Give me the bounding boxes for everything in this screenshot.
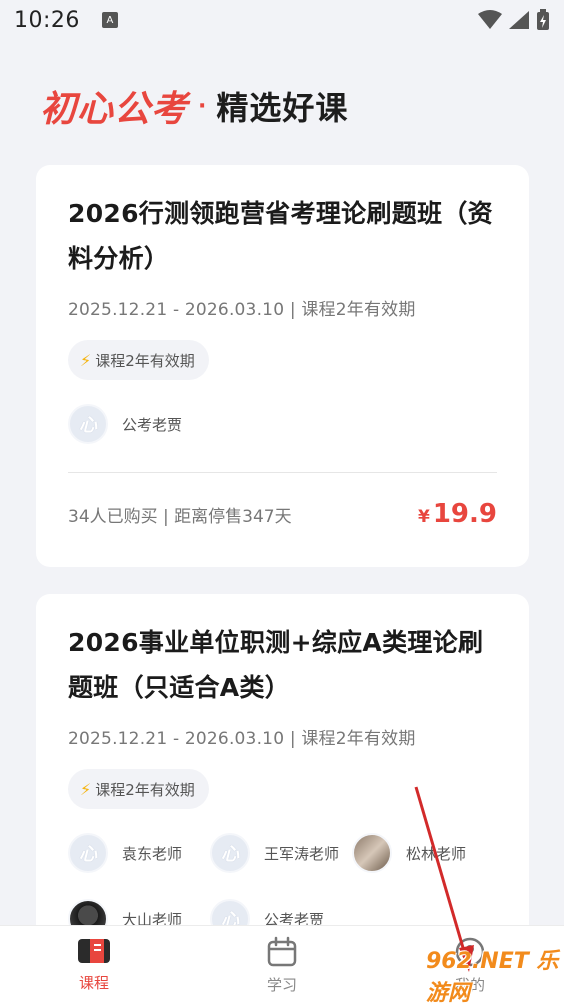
course-dates: 2025.12.21 - 2026.03.10 | 课程2年有效期 [68, 300, 416, 320]
validity-tag: ⚡ 课程2年有效期 [68, 769, 209, 809]
validity-tag: ⚡ 课程2年有效期 [68, 340, 209, 380]
avatar-logo-text: 心 [79, 415, 97, 436]
course-title: 2026行测领跑营省考理论刷题班（资料分析） [68, 199, 493, 273]
card-footer: 34人已购买 | 距离停售347天 ¥19.9 [68, 499, 497, 529]
tab-study[interactable]: 学习 [188, 926, 376, 1004]
teacher-avatar: 心 [68, 833, 108, 873]
wifi-icon [478, 10, 502, 29]
tab-course[interactable]: 课程 [0, 926, 188, 1004]
teacher-avatar: 心 [210, 833, 250, 873]
status-time: 10:26 [14, 7, 80, 33]
lightning-icon: ⚡ [80, 779, 92, 799]
signal-icon [509, 11, 529, 29]
teacher-name: 王军涛老师 [264, 844, 340, 863]
page-title: 精选好课 [216, 89, 349, 127]
teacher-name: 松林老师 [406, 844, 467, 863]
status-bar: 10:26 A [0, 0, 564, 40]
teacher-item: 松林老师 [352, 831, 494, 875]
teacher-name: 公考老贾 [122, 415, 183, 434]
teacher-name: 袁东老师 [122, 844, 183, 863]
avatar-logo-text: 心 [79, 844, 97, 865]
teacher-avatar: 心 [68, 404, 108, 444]
currency-symbol: ¥ [418, 507, 430, 527]
teacher-list: 心 公考老贾 [68, 402, 497, 468]
price-amount: 19.9 [432, 499, 497, 529]
notification-icon: A [101, 12, 118, 28]
teacher-item: 心 公考老贾 [68, 402, 210, 446]
avatar-logo-text: 心 [221, 844, 239, 865]
divider [68, 472, 497, 473]
sales-info: 34人已购买 | 距离停售347天 [68, 506, 292, 527]
calendar-icon [267, 936, 297, 967]
course-book-icon [78, 939, 110, 963]
battery-icon [537, 9, 549, 30]
teacher-item: 心 袁东老师 [68, 831, 210, 875]
tab-course-label: 课程 [78, 974, 109, 992]
watermark-logo: 962.NET 乐游网 [426, 949, 559, 1004]
brand-logo-text: 初心公考 [40, 89, 189, 130]
teacher-item: 心 王军涛老师 [210, 831, 352, 875]
teacher-avatar [352, 833, 392, 873]
tab-study-label: 学习 [266, 976, 297, 994]
lightning-icon: ⚡ [80, 350, 92, 370]
validity-tag-label: 课程2年有效期 [95, 351, 195, 370]
course-dates: 2025.12.21 - 2026.03.10 | 课程2年有效期 [68, 729, 416, 749]
course-title: 2026事业单位职测+综应A类理论刷题班（只适合A类） [68, 628, 484, 702]
page-header: 初心公考 · 精选好课 [40, 84, 349, 130]
header-separator: · [198, 93, 207, 119]
course-card[interactable]: 2026行测领跑营省考理论刷题班（资料分析） 2025.12.21 - 2026… [36, 165, 529, 567]
price: ¥19.9 [418, 499, 497, 529]
validity-tag-label: 课程2年有效期 [95, 780, 195, 799]
status-icons [478, 9, 550, 31]
